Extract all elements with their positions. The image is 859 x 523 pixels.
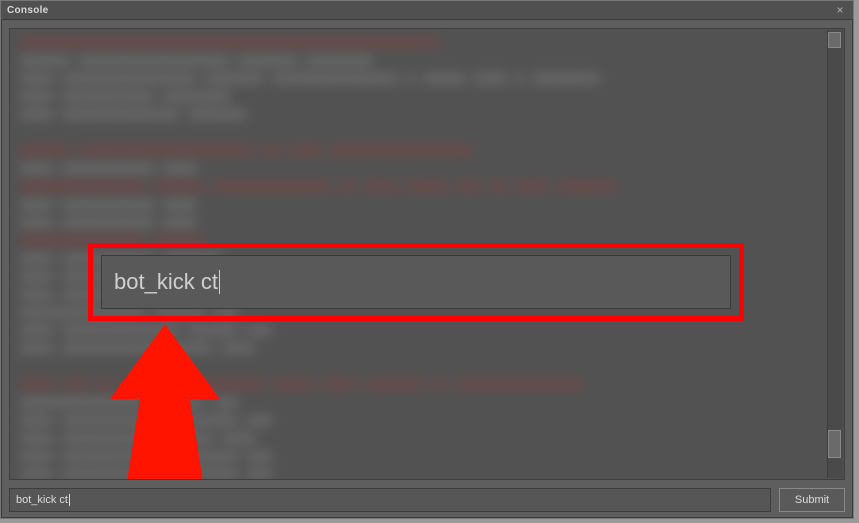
console-window: Console × XXXXXXXXXXXXXXXXXXXXXXXXXXXXXX… [0,0,854,519]
scrollbar-thumb-top[interactable] [828,32,841,48]
submit-button-label: Submit [795,494,829,506]
titlebar: Console × [1,1,853,20]
submit-button[interactable]: Submit [779,488,845,512]
close-icon[interactable]: × [833,3,847,17]
scrollbar[interactable] [827,30,843,478]
footer: bot_kick ct Submit [9,488,845,512]
caret-icon [219,270,220,294]
caret-icon [69,494,70,506]
highlighted-command-box: bot_kick ct [88,243,744,321]
command-input[interactable]: bot_kick ct [9,488,771,512]
console-output-panel: XXXXXXXXXXXXXXXXXXXXXXXXXXXXXXXXXXXXXXXX… [9,28,845,480]
highlighted-command-text: bot_kick ct [114,269,218,295]
command-input-text: bot_kick ct [16,494,68,506]
window-title: Console [7,5,49,16]
scrollbar-thumb-bottom[interactable] [828,430,841,458]
highlighted-command-input[interactable]: bot_kick ct [101,255,731,309]
